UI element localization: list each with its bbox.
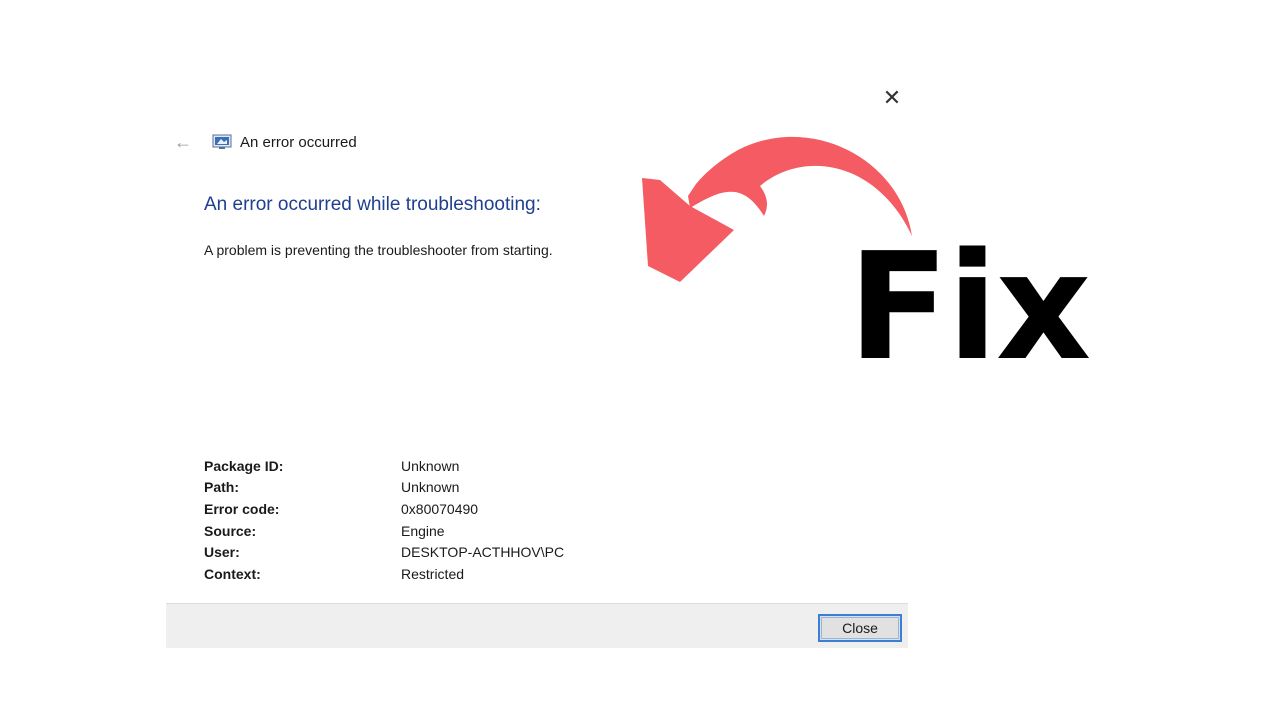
detail-label: User: <box>204 544 240 561</box>
details-list: Package ID: Unknown Path: Unknown Error … <box>204 455 564 585</box>
fix-overlay-text: Fix <box>848 221 1091 393</box>
detail-label: Source: <box>204 522 257 539</box>
error-heading: An error occurred while troubleshooting: <box>204 194 541 215</box>
detail-value: Unknown <box>401 457 460 474</box>
detail-row-path: Path: Unknown <box>204 477 564 499</box>
detail-label: Error code: <box>204 500 280 517</box>
detail-value: Restricted <box>401 565 465 582</box>
detail-value: Unknown <box>401 479 460 496</box>
nav-title: An error occurred <box>240 133 357 151</box>
detail-value: DESKTOP-ACTHHOV\PC <box>401 544 565 561</box>
detail-row-package-id: Package ID: Unknown <box>204 455 564 477</box>
detail-row-error-code: Error code: 0x80070490 <box>204 498 564 520</box>
close-button[interactable]: Close <box>818 614 902 642</box>
back-arrow-icon[interactable]: ← <box>172 131 194 153</box>
detail-row-source: Source: Engine <box>204 520 564 542</box>
nav-row: ← An error occurred <box>172 130 357 154</box>
detail-value: 0x80070490 <box>401 500 479 517</box>
detail-label: Path: <box>204 479 239 496</box>
canvas: ✕ ← An error occurred An error occurred … <box>0 0 1280 720</box>
detail-row-context: Context: Restricted <box>204 563 564 585</box>
arrow-head <box>642 178 734 282</box>
close-icon[interactable]: ✕ <box>880 86 904 110</box>
detail-row-user: User: DESKTOP-ACTHHOV\PC <box>204 541 564 563</box>
error-message: A problem is preventing the troubleshoot… <box>204 242 553 258</box>
troubleshooter-icon <box>212 134 232 150</box>
detail-label: Package ID: <box>204 457 284 474</box>
dialog-footer: Close <box>166 603 908 648</box>
detail-label: Context: <box>204 565 261 582</box>
detail-value: Engine <box>401 522 445 539</box>
